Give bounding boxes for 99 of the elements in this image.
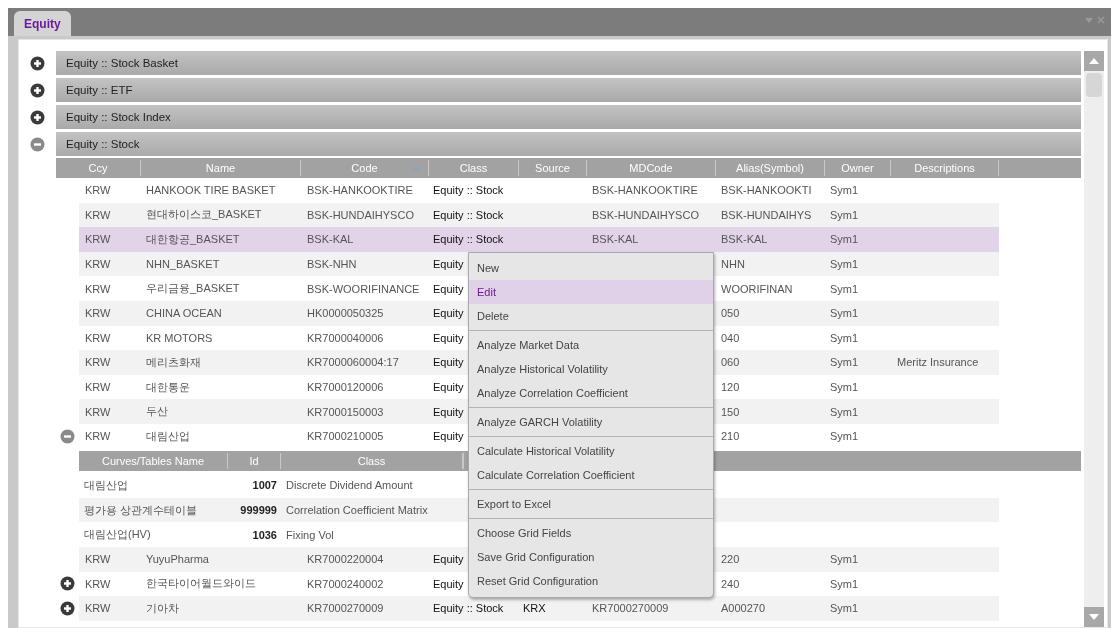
table-cell: 050 — [721, 307, 740, 320]
table-cell: KRW — [85, 356, 111, 369]
table-cell: WOORIFINAN — [721, 282, 793, 295]
table-cell: 평가용 상관계수테이블 — [84, 503, 198, 516]
table-cell: Fixing Vol — [286, 528, 334, 541]
table-cell: BSK-HANKOOKTI — [721, 184, 812, 197]
table-cell: Sym1 — [830, 430, 859, 443]
table-cell: KRW — [85, 381, 111, 394]
table-cell: Sym1 — [830, 208, 859, 221]
table-cell: Sym1 — [830, 184, 859, 197]
table-cell: Equity — [433, 553, 464, 566]
table-cell: Equity — [433, 258, 464, 271]
table-cell: BSK-WOORIFINANCE — [307, 282, 420, 295]
table-cell: 060 — [721, 356, 740, 369]
table-cell: Equity — [433, 381, 464, 394]
table-cell: NHN — [721, 258, 745, 271]
table-cell: KR7000120006 — [307, 381, 384, 394]
table-cell: Sym1 — [830, 258, 859, 271]
table-cell: Equity — [433, 577, 464, 590]
table-cell: KR7000270009 — [307, 602, 384, 615]
table-cell: Equity :: Stock — [433, 233, 504, 246]
table-cell: BSK-HUNDAIHYSCO — [592, 208, 699, 221]
table-cell: Equity — [433, 331, 464, 344]
table-cell: Equity — [433, 430, 464, 443]
table-cell: KR MOTORS — [146, 331, 213, 344]
table-cell: CHINA OCEAN — [146, 307, 222, 320]
table-cell: NHN_BASKET — [146, 258, 220, 271]
table-cell: KRW — [85, 602, 111, 615]
table-cell: 대한항공_BASKET — [146, 233, 240, 245]
table-cell: KRW — [85, 405, 111, 418]
table-cell: 한국타이어월드와이드 — [146, 577, 256, 590]
table-cell: KR7000240002 — [307, 577, 384, 590]
table-cell: Equity :: Stock — [433, 602, 504, 615]
table-cell: 대림산업 — [84, 478, 128, 491]
table-cell: 120 — [721, 381, 740, 394]
table-cell: 240 — [721, 577, 740, 590]
table-cell: Discrete Dividend Amount — [286, 479, 413, 492]
table-cell: KR7000220004 — [307, 553, 384, 566]
table-cell: KR7000270009 — [592, 602, 669, 615]
table-cell: Meritz Insurance — [897, 356, 979, 369]
table-cell: Equity — [433, 356, 464, 369]
table-cell: KRW — [85, 307, 111, 320]
table-cell: 999999 — [240, 504, 277, 516]
table-cell: 기아차 — [146, 601, 179, 614]
table-cell: KRW — [85, 430, 111, 443]
table-cell: A000270 — [721, 602, 766, 615]
table-cell: 메리츠화재 — [146, 355, 201, 368]
table-cell: 대림산업 — [146, 429, 190, 442]
table-cell: 현대하이스코_BASKET — [146, 208, 262, 221]
table-cell: Sym1 — [830, 282, 859, 295]
table-cell: 1007 — [252, 479, 277, 492]
table-cell: Sym1 — [830, 356, 859, 369]
table-cell: 040 — [721, 331, 740, 344]
table-cell: BSK-KAL — [307, 233, 354, 246]
table-cell: 210 — [721, 430, 740, 443]
table-cell: 두산 — [146, 405, 168, 418]
table-cell: HK0000050325 — [307, 307, 384, 320]
table-cell: KRW — [85, 553, 111, 566]
table-cell: KRW — [85, 233, 111, 246]
table-cell: KR7000040006 — [307, 331, 384, 344]
table-cell: KRW — [85, 258, 111, 271]
table-cell: 1036 — [252, 528, 277, 541]
table-cell: BSK-HUNDAIHYSCO — [307, 208, 414, 221]
table-cell: KRW — [85, 282, 111, 295]
table-cell: Sym1 — [830, 577, 859, 590]
table-cell: KR7000060004:17 — [307, 356, 399, 369]
table-cell: 대림산업(HV) — [84, 528, 151, 541]
table-cell: Sym1 — [830, 331, 859, 344]
table-cell: Equity :: Stock — [433, 208, 504, 221]
table-cell: 우리금융_BASKET — [146, 282, 240, 295]
table-cell: Equity — [433, 282, 464, 295]
table-cell: KRW — [85, 184, 111, 197]
table-cell: HANKOOK TIRE BASKET — [146, 184, 276, 197]
table-cell: 150 — [721, 405, 740, 418]
table-cell: BSK-KAL — [592, 233, 639, 246]
table-cell: Sym1 — [830, 602, 859, 615]
table-cell: Sym1 — [830, 553, 859, 566]
table-cell: Sym1 — [830, 405, 859, 418]
table-cell: Equity :: Stock — [433, 184, 504, 197]
table-cell: Equity — [433, 405, 464, 418]
table-cell: Sym1 — [830, 381, 859, 394]
table-cell: Sym1 — [830, 233, 859, 246]
table-cell: BSK-NHN — [307, 258, 357, 271]
table-cell: KRW — [85, 331, 111, 344]
table-cell: YuyuPharma — [146, 553, 209, 566]
table-cell: 220 — [721, 553, 740, 566]
table-cell: KR7000150003 — [307, 405, 384, 418]
table-cell: BSK-HANKOOKTIRE — [592, 184, 698, 197]
table-cell: 대한통운 — [146, 380, 190, 393]
table-cell: BSK-HANKOOKTIRE — [307, 184, 413, 197]
table-cell: KRW — [85, 208, 111, 221]
table-cell: BSK-KAL — [721, 233, 768, 246]
table-cell: KRX — [523, 602, 546, 615]
table-cell: Sym1 — [830, 307, 859, 320]
table-cell: Correlation Coefficient Matrix — [286, 504, 428, 516]
table-cell: KRW — [85, 577, 111, 590]
table-cell: BSK-HUNDAIHYS — [721, 208, 812, 221]
table-cell: Equity — [433, 307, 464, 320]
table-cell: KR7000210005 — [307, 430, 384, 443]
